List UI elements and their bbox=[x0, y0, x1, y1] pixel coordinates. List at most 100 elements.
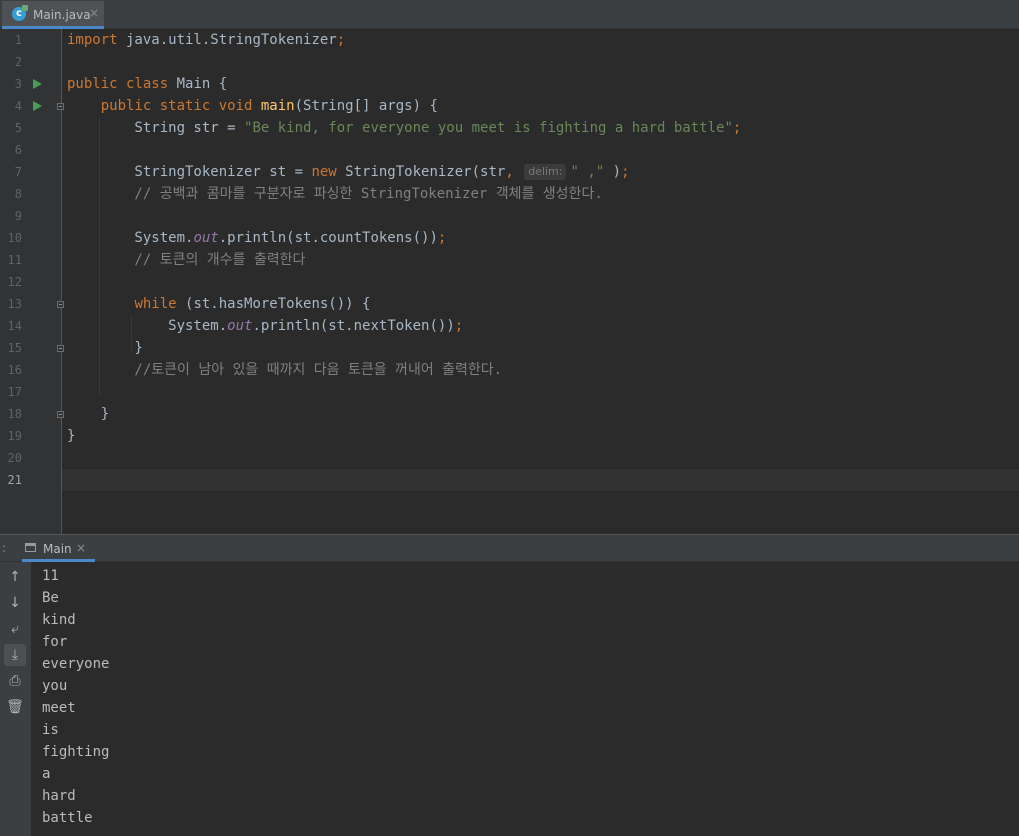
console-icon bbox=[25, 543, 36, 552]
console-line: you bbox=[42, 678, 68, 694]
line-number: 21 bbox=[7, 473, 22, 487]
line-number: 18 bbox=[7, 407, 22, 421]
code-line: System.out.println(st.countTokens()); bbox=[67, 227, 446, 249]
code-token: String str = bbox=[67, 120, 245, 136]
line-number: 9 bbox=[14, 209, 22, 223]
console-line: Be bbox=[42, 590, 59, 606]
code-token: public static void bbox=[100, 98, 253, 114]
indent-guide bbox=[99, 117, 100, 395]
console-line: fighting bbox=[42, 744, 110, 760]
code-token: java.util.StringTokenizer bbox=[117, 32, 337, 48]
console-line: battle bbox=[42, 810, 93, 826]
current-line-highlight bbox=[62, 469, 1019, 491]
code-line: // 공백과 콤마를 구분자로 파싱한 StringTokenizer 객체를 … bbox=[67, 183, 603, 205]
run-tool-window-header: : Main × bbox=[0, 534, 1019, 562]
run-tab-label: Main bbox=[43, 542, 72, 556]
close-tab-icon[interactable]: × bbox=[89, 6, 99, 20]
code-token: StringTokenizer st = bbox=[67, 164, 312, 180]
code-token: while bbox=[134, 296, 177, 312]
code-line: } bbox=[67, 425, 75, 447]
code-token: .println(st.nextToken()) bbox=[252, 318, 455, 334]
code-token: " ," bbox=[570, 164, 605, 180]
indent-guide bbox=[131, 315, 132, 351]
code-token: .println(st.countTokens()) bbox=[218, 230, 438, 246]
code-line: //토큰이 남아 있을 때까지 다음 토큰을 꺼내어 출력한다. bbox=[67, 359, 502, 381]
tab-label: Main.java bbox=[33, 8, 91, 22]
code-line: import java.util.StringTokenizer; bbox=[67, 29, 345, 51]
fold-icon[interactable] bbox=[57, 301, 64, 308]
trash-icon[interactable]: 🗑 bbox=[4, 696, 26, 718]
code-token: ; bbox=[732, 120, 742, 136]
line-number: 17 bbox=[7, 385, 22, 399]
line-number: 8 bbox=[14, 187, 22, 201]
arrow-up-icon[interactable]: ↑ bbox=[4, 566, 26, 588]
code-token: ; bbox=[437, 230, 447, 246]
code-token: } bbox=[67, 428, 76, 444]
code-token: // 공백과 콤마를 구분자로 파싱한 StringTokenizer 객체를 … bbox=[67, 186, 603, 202]
code-token: ; bbox=[621, 164, 630, 180]
run-gutter-icon[interactable] bbox=[33, 101, 42, 111]
line-number: 3 bbox=[14, 77, 22, 91]
code-token: StringTokenizer(str bbox=[336, 164, 506, 180]
line-number: 2 bbox=[14, 55, 22, 69]
code-editor[interactable]: 1 import java.util.StringTokenizer; 2 3 publ… bbox=[0, 29, 1019, 534]
line-number: 7 bbox=[14, 165, 22, 179]
code-line: // 토큰의 개수를 출력한다 bbox=[67, 249, 305, 271]
code-token: Main { bbox=[168, 76, 228, 92]
code-line: public class Main { bbox=[67, 73, 227, 95]
line-number: 19 bbox=[7, 429, 22, 443]
close-run-tab-icon[interactable]: × bbox=[76, 541, 86, 555]
console-line: is bbox=[42, 722, 59, 738]
code-token: } bbox=[67, 406, 110, 422]
console-output[interactable]: 11 Be kind for everyone you meet is fighting a har… bbox=[31, 562, 1019, 836]
fold-icon[interactable] bbox=[57, 345, 64, 352]
code-token: (String[] args) { bbox=[294, 98, 438, 114]
code-token: import bbox=[67, 32, 118, 48]
console-line: everyone bbox=[42, 656, 110, 672]
code-token: //토큰이 남아 있을 때까지 다음 토큰을 꺼내어 출력한다. bbox=[67, 362, 503, 378]
arrow-down-icon[interactable]: ↓ bbox=[4, 592, 26, 614]
fold-icon[interactable] bbox=[57, 103, 64, 110]
line-number: 5 bbox=[14, 121, 22, 135]
line-number: 15 bbox=[7, 341, 22, 355]
code-line: String str = "Be kind, for everyone you … bbox=[67, 117, 741, 139]
code-line: while (st.hasMoreTokens()) { bbox=[67, 293, 370, 315]
code-line: StringTokenizer st = new StringTokenizer… bbox=[67, 161, 630, 183]
line-number: 1 bbox=[14, 33, 22, 47]
line-number: 10 bbox=[7, 231, 22, 245]
soft-wrap-icon[interactable]: ⤶ bbox=[4, 618, 26, 640]
code-token: out bbox=[193, 230, 219, 246]
editor-tab-bar: c Main.java × bbox=[0, 0, 1019, 29]
code-token: ) bbox=[604, 164, 622, 180]
console-toolbar: ↑ ↓ ⤶ ⤓ ⎙ 🗑 bbox=[0, 562, 31, 836]
run-tab-main[interactable]: Main × bbox=[22, 535, 95, 562]
scroll-to-end-icon[interactable]: ⤓ bbox=[4, 644, 26, 666]
parameter-hint: delim: bbox=[524, 164, 567, 180]
print-icon[interactable]: ⎙ bbox=[4, 670, 26, 692]
code-token: ; bbox=[336, 32, 346, 48]
code-token: ; bbox=[454, 318, 464, 334]
code-token: // 토큰의 개수를 출력한다 bbox=[67, 252, 306, 268]
tab-main-java[interactable]: c Main.java × bbox=[2, 1, 104, 29]
run-gutter-icon[interactable] bbox=[33, 79, 42, 89]
code-token: main bbox=[260, 98, 295, 114]
code-token: System. bbox=[67, 318, 228, 334]
line-number: 12 bbox=[7, 275, 22, 289]
fold-icon[interactable] bbox=[57, 411, 64, 418]
more-options-icon[interactable]: : bbox=[2, 541, 6, 555]
code-token: out bbox=[227, 318, 253, 334]
console-line: kind bbox=[42, 612, 76, 628]
console-line: 11 bbox=[42, 568, 59, 584]
code-line: } bbox=[67, 403, 109, 425]
code-token: , bbox=[505, 164, 514, 180]
code-line: System.out.println(st.nextToken()); bbox=[67, 315, 463, 337]
console-line: hard bbox=[42, 788, 76, 804]
line-number: 6 bbox=[14, 143, 22, 157]
line-number: 4 bbox=[14, 99, 22, 113]
console-line: for bbox=[42, 634, 68, 650]
code-token: public class bbox=[67, 76, 169, 92]
line-number: 16 bbox=[7, 363, 22, 377]
code-line: public static void main(String[] args) { bbox=[67, 95, 438, 117]
